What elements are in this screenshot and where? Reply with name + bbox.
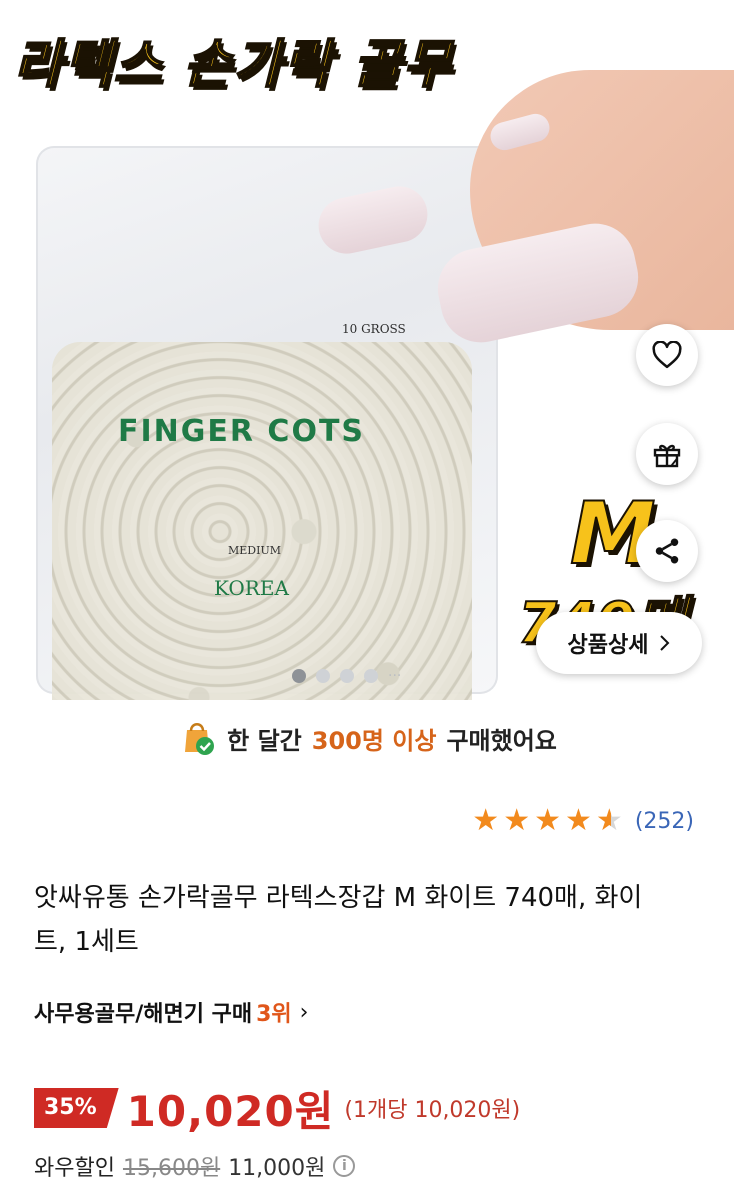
banner-title: 라텍스 손가락 골무 [13,34,453,96]
rating-summary[interactable]: ★ ★ ★ ★ ★ (252) [472,806,694,836]
original-price: 15,600원 [122,1156,221,1181]
price-row: 35% 10,020원 (1개당 10,020원) [34,1080,520,1136]
star-half-icon: ★ [595,803,623,838]
carousel-dot[interactable] [340,669,354,683]
discount-badge: 35% [34,1088,119,1128]
chevron-right-icon [660,635,670,651]
share-icon [655,538,679,564]
rank-position: 3위 [256,1002,292,1027]
unit-price: (1개당 10,020원) [344,1098,521,1123]
purchase-notice-prefix: 한 달간 [227,726,302,755]
purchase-notice-highlight: 300명 이상 [311,726,437,755]
info-icon[interactable]: i [333,1155,356,1177]
heart-icon [652,341,682,369]
bag-brand-label: FINGER COTS [118,414,366,449]
shopping-bag-check-icon [177,718,217,758]
bag-contents [52,342,472,700]
wow-discount-row: 와우할인 15,600원 11,000원 i [34,1150,356,1182]
purchase-count-notice: 한 달간 300명 이상 구매했어요 [0,712,734,764]
product-title: 앗싸유통 손가락골무 라텍스장갑 M 화이트 740매, 화이트, 1세트 [34,883,643,957]
sale-price: 10,020원 [126,1086,335,1136]
product-detail-label: 상품상세 [567,633,649,658]
product-image-carousel[interactable]: 라텍스 손가락 골무 10 GROSS FINGER COTS MEDIUM K… [0,0,734,700]
gift-button[interactable] [636,423,698,485]
star-icon: ★ [534,803,562,838]
carousel-more-indicator: ··· [388,668,402,684]
wow-label: 와우할인 [34,1156,115,1181]
chevron-right-icon: › [299,999,309,1025]
bag-gross-label: 10 GROSS [342,322,406,336]
product-detail-button[interactable]: 상품상세 [536,612,702,674]
star-icon: ★ [503,803,531,838]
rank-category: 사무용골무/해면기 구매 [34,1002,253,1027]
purchase-notice-suffix: 구매했어요 [446,726,557,755]
share-button[interactable] [636,520,698,582]
wow-price: 11,000원 [228,1156,326,1181]
product-bag-image: 10 GROSS FINGER COTS MEDIUM KOREA [36,146,498,700]
category-rank-link[interactable]: 사무용골무/해면기 구매 3위 › [34,996,308,1028]
gift-icon [653,444,681,468]
star-icon: ★ [565,803,592,838]
bag-size-label: MEDIUM [228,544,281,557]
carousel-dot[interactable] [364,669,378,683]
star-icon: ★ [472,803,500,838]
wishlist-button[interactable] [636,324,698,386]
review-count-link[interactable]: (252) [635,809,694,834]
bag-origin-label: KOREA [214,576,289,600]
carousel-dot-active[interactable] [292,669,306,683]
carousel-dot[interactable] [316,669,330,683]
carousel-indicator[interactable]: ··· [292,668,401,684]
